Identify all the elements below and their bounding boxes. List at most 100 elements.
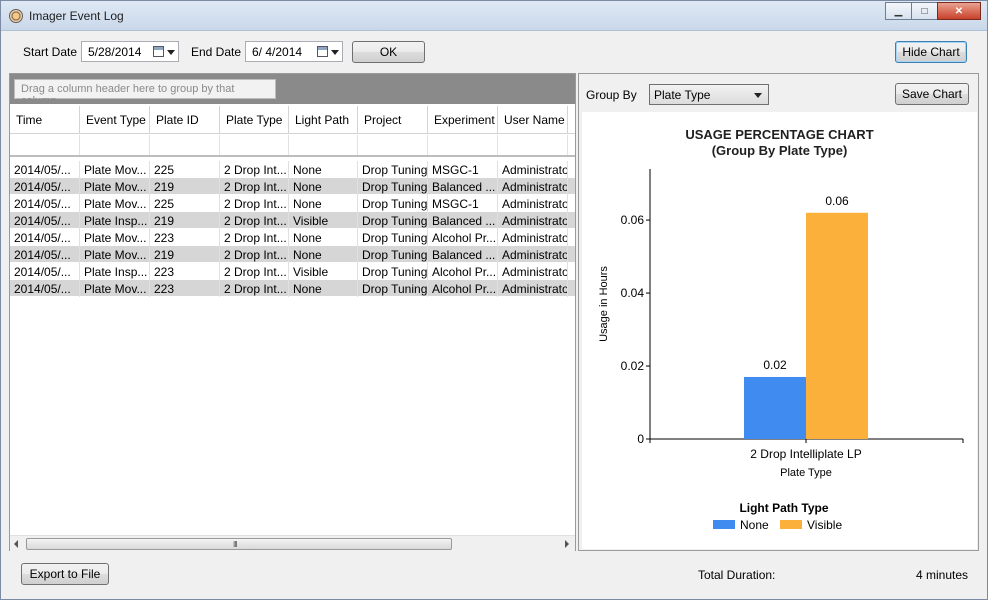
title-bar: Imager Event Log ▁ □ ✕ xyxy=(1,1,987,31)
table-cell: 2 Drop Int... xyxy=(220,263,289,280)
minimize-button[interactable]: ▁ xyxy=(885,2,912,20)
table-cell: Alcohol Pr... xyxy=(428,280,498,297)
table-cell: 2014/05/... xyxy=(10,263,80,280)
table-cell: 2014/05/... xyxy=(10,246,80,263)
table-cell: MSGC-1 xyxy=(428,161,498,178)
table-row[interactable]: 2014/05/... Plate Mov... 219 2 Drop Int... N… xyxy=(10,246,575,263)
table-cell: 223 xyxy=(150,280,220,297)
legend-swatch xyxy=(713,520,735,529)
maximize-icon: □ xyxy=(921,5,928,17)
table-cell: 2 Drop Int... xyxy=(220,178,289,195)
table-cell: 2014/05/... xyxy=(10,212,80,229)
table-cell: 223 xyxy=(150,263,220,280)
save-chart-button[interactable]: Save Chart xyxy=(895,83,969,105)
table-cell: None xyxy=(289,246,358,263)
filter-cell[interactable] xyxy=(498,135,568,155)
chevron-down-icon xyxy=(754,93,762,98)
table-cell: 2 Drop Int... xyxy=(220,280,289,297)
table-cell: Drop Tuning xyxy=(358,280,428,297)
table-cell: 225 xyxy=(150,161,220,178)
column-header[interactable]: User Name xyxy=(498,106,568,134)
export-to-file-button[interactable]: Export to File xyxy=(21,563,109,585)
column-header[interactable]: Plate Type xyxy=(220,106,289,134)
table-row[interactable]: 2014/05/... Plate Mov... 219 2 Drop Int... N… xyxy=(10,178,575,195)
y-tick-label: 0.02 xyxy=(621,359,645,373)
calendar-icon xyxy=(317,46,328,57)
table-cell: 219 xyxy=(150,178,220,195)
table-cell: 219 xyxy=(150,212,220,229)
scroll-left-icon[interactable] xyxy=(14,540,18,548)
table-cell: Visible xyxy=(289,263,358,280)
table-cell: Alcohol Pr... xyxy=(428,229,498,246)
table-cell: Administrator xyxy=(498,195,568,212)
column-header[interactable]: Project xyxy=(358,106,428,134)
table-cell: Drop Tuning xyxy=(358,212,428,229)
column-header[interactable]: Experiment xyxy=(428,106,498,134)
filter-cell[interactable] xyxy=(289,135,358,155)
table-row[interactable]: 2014/05/... Plate Mov... 225 2 Drop Int... N… xyxy=(10,161,575,178)
column-header[interactable]: Time xyxy=(10,106,80,134)
close-button[interactable]: ✕ xyxy=(937,2,981,20)
table-row[interactable]: 2014/05/... Plate Insp... 223 2 Drop Int...… xyxy=(10,263,575,280)
filter-cell[interactable] xyxy=(428,135,498,155)
group-by-value: Plate Type xyxy=(654,88,711,102)
table-cell: Drop Tuning xyxy=(358,161,428,178)
table-row[interactable]: 2014/05/... Plate Mov... 223 2 Drop Int... N… xyxy=(10,229,575,246)
table-cell: MSGC-1 xyxy=(428,195,498,212)
app-icon xyxy=(9,9,23,23)
filter-cell[interactable] xyxy=(10,135,80,155)
group-by-drop-area[interactable]: Drag a column header here to group by th… xyxy=(10,74,575,107)
table-cell: None xyxy=(289,161,358,178)
column-header[interactable]: Plate ID xyxy=(150,106,220,134)
legend-item-label: Visible xyxy=(807,518,842,532)
table-cell: None xyxy=(289,280,358,297)
table-cell: Drop Tuning xyxy=(358,229,428,246)
event-grid-panel: Drag a column header here to group by th… xyxy=(9,73,576,551)
window-controls: ▁ □ ✕ xyxy=(885,2,981,20)
minimize-icon: ▁ xyxy=(894,5,903,17)
maximize-button[interactable]: □ xyxy=(911,2,938,20)
y-axis-title: Usage in Hours xyxy=(598,266,610,342)
filter-cell[interactable] xyxy=(220,135,289,155)
x-category-label: 2 Drop Intelliplate LP xyxy=(750,447,861,461)
table-row[interactable]: 2014/05/... Plate Mov... 225 2 Drop Int... N… xyxy=(10,195,575,212)
filter-row[interactable] xyxy=(10,135,575,157)
table-cell: 2014/05/... xyxy=(10,195,80,212)
table-cell: Administrator xyxy=(498,263,568,280)
calendar-icon xyxy=(153,46,164,57)
table-cell: None xyxy=(289,229,358,246)
x-axis-title: Plate Type xyxy=(780,467,832,479)
table-cell: Plate Mov... xyxy=(80,195,150,212)
group-hint: Drag a column header here to group by th… xyxy=(14,79,276,107)
horizontal-scrollbar[interactable]: III xyxy=(10,535,575,551)
scroll-thumb[interactable]: III xyxy=(26,538,452,550)
table-cell: Plate Mov... xyxy=(80,280,150,297)
table-cell: Drop Tuning xyxy=(358,178,428,195)
table-row[interactable]: 2014/05/... Plate Insp... 219 2 Drop Int...… xyxy=(10,212,575,229)
scroll-grip: III xyxy=(233,540,238,549)
group-by-select[interactable]: Plate Type xyxy=(649,84,769,105)
end-date-value: 6/ 4/2014 xyxy=(252,45,303,59)
chevron-down-icon xyxy=(331,50,339,55)
y-tick-label: 0 xyxy=(637,432,644,446)
hide-chart-button[interactable]: Hide Chart xyxy=(895,41,967,63)
table-cell: 2014/05/... xyxy=(10,178,80,195)
table-cell: Administrator xyxy=(498,229,568,246)
grid-header: Time Event Type Plate ID Plate Type Light Pa… xyxy=(10,106,575,134)
filter-cell[interactable] xyxy=(150,135,220,155)
table-row[interactable]: 2014/05/... Plate Mov... 223 2 Drop Int... N… xyxy=(10,280,575,297)
filter-cell[interactable] xyxy=(80,135,150,155)
close-icon: ✕ xyxy=(954,5,964,17)
column-header[interactable]: Light Path xyxy=(289,106,358,134)
end-date-picker[interactable]: 6/ 4/2014 xyxy=(245,41,343,62)
filter-cell[interactable] xyxy=(358,135,428,155)
bar-visible xyxy=(806,212,868,439)
column-header[interactable]: Event Type xyxy=(80,106,150,134)
start-date-picker[interactable]: 5/28/2014 xyxy=(81,41,179,62)
ok-button[interactable]: OK xyxy=(352,41,425,63)
table-cell: 2 Drop Int... xyxy=(220,246,289,263)
group-by-label: Group By xyxy=(586,88,637,102)
scroll-right-icon[interactable] xyxy=(565,540,569,548)
table-cell: Visible xyxy=(289,212,358,229)
table-cell: None xyxy=(289,178,358,195)
